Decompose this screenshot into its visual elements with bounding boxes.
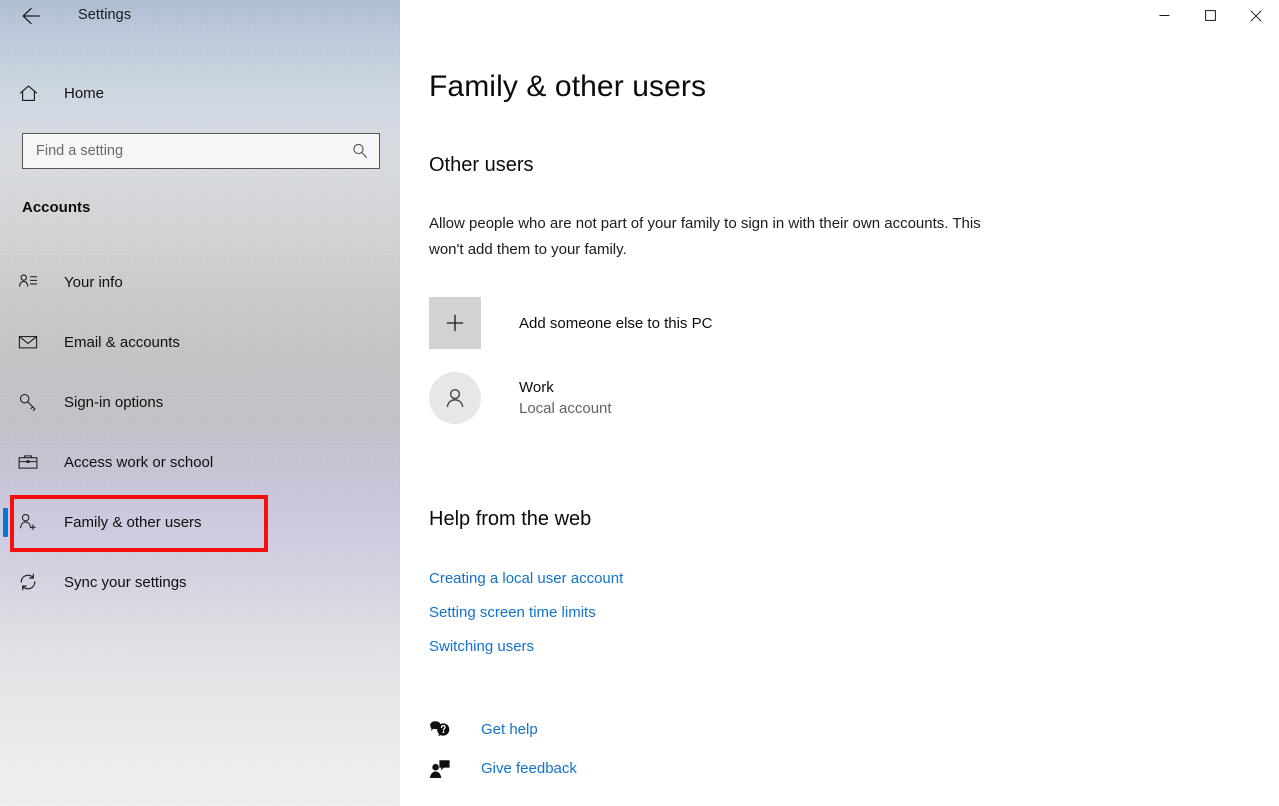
main-content: Family & other users Other users Allow p…: [400, 0, 1279, 806]
search-icon[interactable]: [341, 134, 379, 168]
sidebar-item-family-other-users[interactable]: Family & other users: [0, 502, 400, 542]
sidebar-item-access-work-school[interactable]: Access work or school: [0, 442, 400, 482]
sidebar-item-label: Sync your settings: [64, 573, 187, 591]
page-title: Family & other users: [429, 70, 707, 103]
get-help-button[interactable]: Get help: [429, 710, 538, 749]
sidebar-item-home[interactable]: Home: [0, 76, 400, 110]
help-link-switching-users[interactable]: Switching users: [429, 630, 534, 664]
person-add-icon: [4, 511, 52, 533]
sidebar: Settings Home Accounts: [0, 0, 400, 806]
user-avatar-icon: [429, 372, 481, 424]
home-icon: [4, 83, 52, 104]
category-heading: Accounts: [22, 199, 91, 216]
back-button[interactable]: [10, 0, 52, 31]
add-user-button[interactable]: Add someone else to this PC: [429, 297, 712, 349]
sidebar-item-label: Your info: [64, 273, 123, 291]
get-help-label: Get help: [481, 721, 538, 738]
cutoff-glyphs: ▪▫▪▫▪▫▪ ▪▫▪▫▪ ▫▪▫▪▫▪▫ ▪▫▪▫▪▫ ▫▪▫▪▫: [4, 800, 311, 804]
other-users-description: Allow people who are not part of your fa…: [429, 215, 981, 258]
sidebar-item-label: Email & accounts: [64, 333, 180, 351]
sidebar-item-email-accounts[interactable]: Email & accounts: [0, 322, 400, 362]
person-card-icon: [4, 271, 52, 293]
sidebar-item-label: Family & other users: [64, 513, 202, 531]
feedback-person-icon: [429, 759, 453, 779]
minimize-button[interactable]: [1141, 0, 1187, 31]
search-box[interactable]: [22, 133, 380, 169]
back-arrow-icon: [20, 5, 42, 27]
briefcase-icon: [4, 451, 52, 473]
title-bar: Settings: [0, 0, 400, 31]
settings-window: Settings Home Accounts: [0, 0, 1279, 806]
help-link-creating-local-user-account[interactable]: Creating a local user account: [429, 562, 623, 596]
footer-actions: Get help Give feedback: [429, 710, 577, 788]
maximize-icon: [1204, 10, 1216, 21]
sidebar-item-label: Sign-in options: [64, 393, 164, 411]
sidebar-item-sync-your-settings[interactable]: Sync your settings: [0, 562, 400, 602]
give-feedback-button[interactable]: Give feedback: [429, 749, 577, 788]
user-account-type: Local account: [519, 399, 612, 417]
sidebar-item-label: Access work or school: [64, 453, 214, 471]
minimize-icon: [1159, 10, 1170, 21]
close-icon: [1250, 9, 1262, 22]
help-from-web-heading: Help from the web: [429, 508, 592, 530]
add-user-label: Add someone else to this PC: [519, 314, 713, 332]
other-users-heading: Other users: [429, 154, 534, 176]
help-bubble-icon: [429, 720, 453, 740]
user-account-row[interactable]: Work Local account: [429, 372, 612, 424]
give-feedback-label: Give feedback: [481, 760, 577, 777]
sidebar-nav-list: Your info Email & accounts Sign-in optio…: [0, 262, 400, 622]
envelope-icon: [4, 331, 52, 353]
maximize-button[interactable]: [1187, 0, 1233, 31]
user-account-text: Work Local account: [519, 377, 612, 420]
help-link-setting-screen-time-limits[interactable]: Setting screen time limits: [429, 596, 596, 630]
sidebar-item-your-info[interactable]: Your info: [0, 262, 400, 302]
sidebar-item-signin-options[interactable]: Sign-in options: [0, 382, 400, 422]
search-input[interactable]: [23, 134, 341, 168]
app-title: Settings: [78, 7, 132, 23]
user-account-name: Work: [519, 378, 554, 396]
help-links-list: Creating a local user account Setting sc…: [429, 562, 623, 664]
sidebar-item-label: Home: [64, 84, 105, 102]
key-icon: [4, 391, 52, 413]
sync-icon: [4, 571, 52, 593]
window-controls: [1141, 0, 1279, 31]
cutoff-bottom-strip: ▪▫▪▫▪▫▪ ▪▫▪▫▪ ▫▪▫▪▫▪▫ ▪▫▪▫▪▫ ▫▪▫▪▫: [0, 800, 400, 806]
plus-icon: [429, 297, 481, 349]
close-button[interactable]: [1233, 0, 1279, 31]
